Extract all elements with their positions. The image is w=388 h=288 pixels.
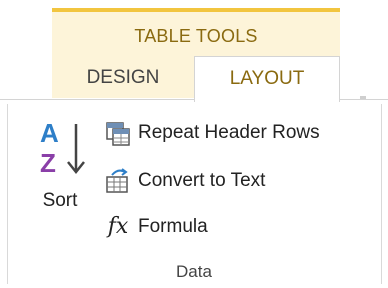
tab-layout[interactable]: LAYOUT <box>194 56 340 102</box>
context-title: TABLE TOOLS <box>134 26 258 46</box>
ribbon-window: TABLE TOOLS DESIGN LAYOUT A Z Sort Repea… <box>0 0 388 288</box>
ribbon-collapse-mark <box>360 96 366 99</box>
tab-design[interactable]: DESIGN <box>52 56 194 100</box>
repeat-header-rows-icon <box>106 122 130 146</box>
formula-fx-icon: fx <box>107 214 129 239</box>
svg-text:A: A <box>40 118 59 148</box>
active-tab-gap <box>195 97 339 101</box>
svg-text:Z: Z <box>40 148 56 178</box>
convert-to-text-label: Convert to Text <box>138 170 266 191</box>
group-divider-left <box>7 104 8 284</box>
formula-button[interactable]: fx Formula <box>104 210 208 244</box>
repeat-header-rows-button[interactable]: Repeat Header Rows <box>104 116 320 150</box>
convert-to-text-icon <box>106 168 128 193</box>
sort-button[interactable]: A Z Sort <box>32 114 92 222</box>
group-label-data: Data <box>176 262 212 281</box>
formula-label: Formula <box>138 216 208 237</box>
sort-az-icon: A Z <box>40 118 85 178</box>
group-divider-right <box>381 104 382 284</box>
repeat-header-rows-label: Repeat Header Rows <box>138 122 320 143</box>
convert-to-text-button[interactable]: Convert to Text <box>104 164 265 198</box>
sort-label: Sort <box>42 190 78 211</box>
